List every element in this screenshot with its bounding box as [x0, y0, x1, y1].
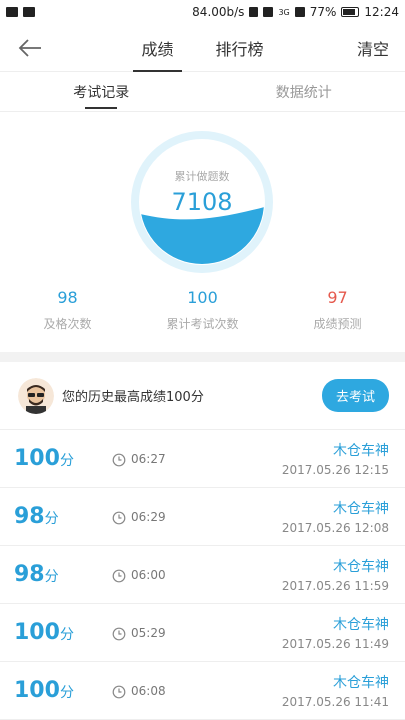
- score-unit: 分: [44, 511, 59, 527]
- record-row[interactable]: 100分 06:27 木仓车神 2017.05.26 12:15: [0, 430, 405, 488]
- clock-icon: [112, 452, 126, 467]
- record-datetime: 2017.05.26 12:15: [281, 463, 389, 477]
- stat-value: 100: [187, 288, 218, 307]
- record-duration: 06:27: [131, 452, 166, 466]
- record-row[interactable]: 98分 06:29 木仓车神 2017.05.26 12:08: [0, 488, 405, 546]
- network-type: 3G: [278, 7, 290, 17]
- record-duration: 05:29: [131, 626, 166, 640]
- battery-icon: [341, 7, 360, 17]
- take-exam-button[interactable]: 去考试: [321, 379, 389, 412]
- stats-row: 98 及格次数 100 累计考试次数 97 成绩预测: [0, 288, 405, 332]
- signal-icon-2: [294, 7, 305, 17]
- record-row[interactable]: 98分 06:00 木仓车神 2017.05.26 11:59: [0, 546, 405, 604]
- stat-label: 累计考试次数: [166, 317, 239, 331]
- status-right: 84.00b/s 3G 77% 12:24: [192, 5, 399, 19]
- status-left: [6, 7, 35, 17]
- clock-icon: [112, 626, 126, 641]
- score-value: 100: [14, 446, 60, 471]
- score-value: 98: [14, 562, 45, 587]
- network-speed: 84.00b/s: [192, 5, 245, 19]
- tab-scores[interactable]: 成绩: [133, 24, 182, 72]
- best-score-row: 您的历史最高成绩100分 去考试: [0, 362, 405, 430]
- stat-label: 成绩预测: [313, 317, 362, 331]
- status-bar: 84.00b/s 3G 77% 12:24: [0, 0, 405, 24]
- record-score: 100分: [14, 678, 74, 703]
- tab-ranking[interactable]: 排行榜: [208, 24, 272, 72]
- record-user: 木仓车神: [333, 501, 389, 517]
- tab-data-statistics[interactable]: 数据统计: [203, 72, 405, 111]
- record-datetime: 2017.05.26 11:41: [281, 695, 389, 709]
- image-notification-icon: [23, 7, 35, 17]
- missed-call-icon: [6, 7, 18, 17]
- clock-icon: [112, 568, 126, 583]
- score-unit: 分: [59, 627, 74, 643]
- record-datetime: 2017.05.26 11:59: [281, 579, 389, 593]
- clock-icon: [112, 510, 126, 525]
- record-score: 100分: [14, 620, 74, 645]
- score-value: 100: [14, 620, 60, 645]
- stat-total-exams: 100 累计考试次数: [135, 288, 270, 332]
- record-user: 木仓车神: [333, 675, 389, 691]
- gauge-value: 7108: [171, 188, 233, 216]
- record-row[interactable]: 100分 06:08 木仓车神 2017.05.26 11:41: [0, 662, 405, 720]
- record-duration: 06:29: [131, 510, 166, 524]
- nav-bar: 成绩 排行榜 清空: [0, 24, 405, 72]
- nav-tabs: 成绩 排行榜: [0, 24, 405, 72]
- score-value: 100: [14, 678, 60, 703]
- record-score: 98分: [14, 562, 59, 587]
- record-row[interactable]: 100分 05:29 木仓车神 2017.05.26 11:49: [0, 604, 405, 662]
- section-divider: [0, 352, 405, 362]
- best-score-text: 您的历史最高成绩100分: [62, 390, 204, 405]
- clock-icon: [112, 684, 126, 699]
- stat-score-prediction: 97 成绩预测: [270, 288, 405, 332]
- stat-label: 及格次数: [43, 317, 92, 331]
- record-duration: 06:00: [131, 568, 166, 582]
- record-score: 100分: [14, 446, 74, 471]
- record-user: 木仓车神: [333, 559, 389, 575]
- record-duration: 06:08: [131, 684, 166, 698]
- questions-gauge: 累计做题数 7108: [130, 130, 274, 274]
- stat-value: 98: [57, 288, 78, 307]
- record-datetime: 2017.05.26 11:49: [281, 637, 389, 651]
- back-arrow-icon[interactable]: [8, 24, 52, 72]
- mute-icon: [249, 7, 259, 17]
- tab-exam-records[interactable]: 考试记录: [0, 72, 203, 111]
- score-unit: 分: [59, 453, 74, 469]
- clear-button[interactable]: 清空: [357, 36, 389, 60]
- records-list: 100分 06:27 木仓车神 2017.05.26 12:15 98分 06:29 木仓车…: [0, 430, 405, 720]
- clock-time: 12:24: [364, 5, 399, 19]
- sub-tabs: 考试记录 数据统计: [0, 72, 405, 112]
- record-user: 木仓车神: [333, 617, 389, 633]
- score-unit: 分: [59, 685, 74, 701]
- score-value: 98: [14, 504, 45, 529]
- stat-value: 97: [327, 288, 348, 307]
- avatar: [18, 377, 54, 414]
- summary-panel: 累计做题数 7108 98 及格次数 100 累计考试次数 97 成绩预测: [0, 112, 405, 352]
- gauge-label: 累计做题数: [174, 170, 230, 183]
- battery-percent: 77%: [309, 5, 337, 19]
- score-unit: 分: [44, 569, 59, 585]
- record-datetime: 2017.05.26 12:08: [281, 521, 389, 535]
- record-score: 98分: [14, 504, 59, 529]
- record-user: 木仓车神: [333, 443, 389, 459]
- signal-icon: [263, 7, 274, 17]
- stat-pass-count: 98 及格次数: [0, 288, 135, 332]
